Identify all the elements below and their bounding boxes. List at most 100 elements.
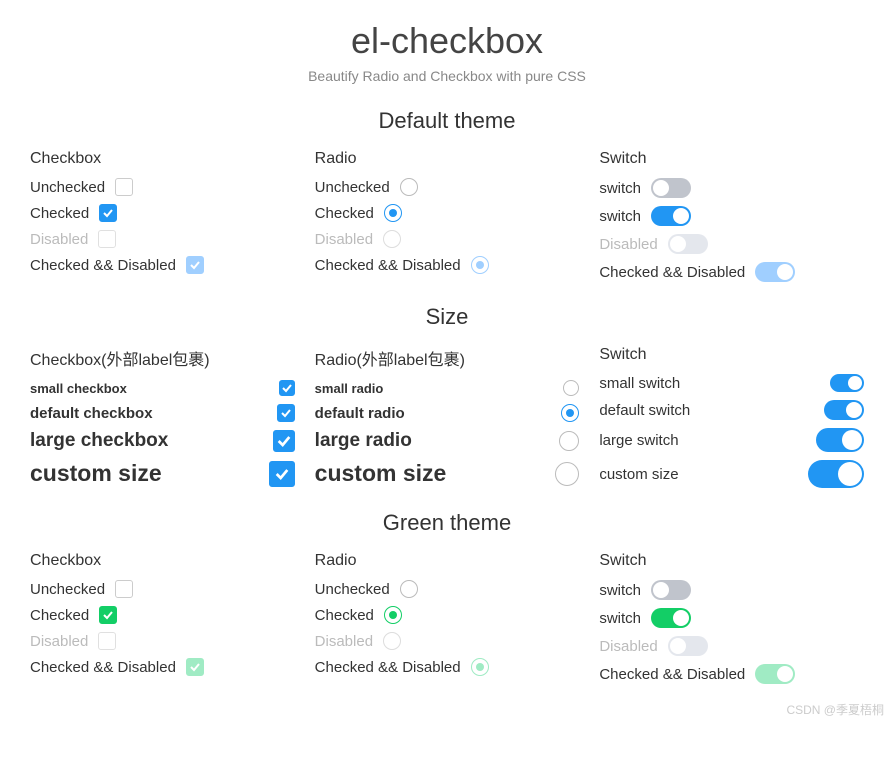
sw-green-cd-label: Checked && Disabled (599, 666, 745, 683)
switch-checked-disabled (755, 262, 795, 282)
sw-green-off-label: switch (599, 582, 641, 599)
radio-size-title: Radio(外部label包裹) (315, 346, 580, 370)
sw-xl[interactable] (808, 460, 864, 488)
rd-md[interactable] (561, 404, 579, 422)
cb-green-checked-disabled (186, 658, 204, 676)
col-switch-green: Switch switch switch Disabled Checked &&… (599, 552, 864, 692)
sw-md[interactable] (824, 400, 864, 420)
sw-lg-label: large switch (599, 432, 806, 449)
watermark: CSDN @季夏梧桐 (786, 701, 884, 718)
checkbox-label-unchecked: Unchecked (30, 179, 105, 196)
sw-green-off[interactable] (651, 580, 691, 600)
switch-label-on: switch (599, 208, 641, 225)
switch-label-checked-disabled: Checked && Disabled (599, 264, 745, 281)
switch-label-disabled: Disabled (599, 236, 657, 253)
switch-size-title: Switch (599, 346, 864, 364)
check-icon (189, 259, 201, 271)
cb-green-disabled (98, 632, 116, 650)
section-title-size: Size (30, 304, 864, 330)
cb-md[interactable] (277, 404, 295, 422)
section-green: Checkbox Unchecked Checked Disabled Chec… (30, 552, 864, 692)
cb-lg[interactable] (273, 430, 295, 452)
section-default: Checkbox Unchecked Checked Disabled Chec… (30, 150, 864, 290)
check-icon (281, 382, 293, 394)
cb-green-checked[interactable] (99, 606, 117, 624)
check-icon (276, 433, 292, 449)
rd-green-checked-label: Checked (315, 607, 374, 624)
rd-green-unchecked[interactable] (400, 580, 418, 598)
rd-green-checked-disabled (471, 658, 489, 676)
rd-xl[interactable] (555, 462, 579, 486)
radio-label-unchecked: Unchecked (315, 179, 390, 196)
cb-green-unchecked[interactable] (115, 580, 133, 598)
radio-label-disabled: Disabled (315, 231, 373, 248)
col-radio-size: Radio(外部label包裹) small radio default rad… (315, 346, 580, 496)
col-switch-size: Switch small switch default switch large… (599, 346, 864, 496)
col-checkbox-green: Checkbox Unchecked Checked Disabled Chec… (30, 552, 295, 692)
radio-checked[interactable] (384, 204, 402, 222)
check-icon (102, 609, 114, 621)
sw-sm[interactable] (830, 374, 864, 392)
switch-disabled (668, 234, 708, 254)
page-title: el-checkbox (30, 20, 864, 62)
checkbox-size-title: Checkbox(外部label包裹) (30, 346, 295, 370)
radio-unchecked[interactable] (400, 178, 418, 196)
checkbox-disabled (98, 230, 116, 248)
section-size: Checkbox(外部label包裹) small checkbox defau… (30, 346, 864, 496)
checkbox-label-disabled: Disabled (30, 231, 88, 248)
rd-sm[interactable] (563, 380, 579, 396)
col-checkbox: Checkbox Unchecked Checked Disabled Chec… (30, 150, 295, 290)
sw-sm-label: small switch (599, 375, 820, 392)
section-title-default: Default theme (30, 108, 864, 134)
checkbox-label-checked-disabled: Checked && Disabled (30, 257, 176, 274)
rd-green-disabled-label: Disabled (315, 633, 373, 650)
checkbox-unchecked[interactable] (115, 178, 133, 196)
check-icon (189, 661, 201, 673)
cb-green-unchecked-label: Unchecked (30, 581, 105, 598)
switch-off[interactable] (651, 178, 691, 198)
sw-xl-label: custom size (599, 466, 798, 483)
section-title-green: Green theme (30, 510, 864, 536)
col-switch: Switch switch switch Disabled Checked &&… (599, 150, 864, 290)
sw-lg[interactable] (816, 428, 864, 452)
rd-lg[interactable] (559, 431, 579, 451)
check-icon (274, 466, 290, 482)
rd-green-disabled (383, 632, 401, 650)
checkbox-checked[interactable] (99, 204, 117, 222)
col-radio-green: Radio Unchecked Checked Disabled Checked… (315, 552, 580, 692)
sw-md-label: default switch (599, 402, 814, 419)
check-icon (102, 207, 114, 219)
sw-green-on-label: switch (599, 610, 641, 627)
sw-green-disabled-label: Disabled (599, 638, 657, 655)
cb-sm[interactable] (279, 380, 295, 396)
col-radio: Radio Unchecked Checked Disabled Checked… (315, 150, 580, 290)
checkbox-label-checked: Checked (30, 205, 89, 222)
page-subtitle: Beautify Radio and Checkbox with pure CS… (30, 68, 864, 84)
cb-xl-label: custom size (30, 460, 259, 487)
rd-lg-label: large radio (315, 430, 550, 452)
radio-label-checked: Checked (315, 205, 374, 222)
cb-sm-label: small checkbox (30, 381, 269, 396)
sw-green-checked-disabled (755, 664, 795, 684)
rd-sm-label: small radio (315, 381, 554, 396)
rd-green-cd-label: Checked && Disabled (315, 659, 461, 676)
radio-col-title: Radio (315, 150, 580, 168)
radio-disabled (383, 230, 401, 248)
sw-green-on[interactable] (651, 608, 691, 628)
cb-xl[interactable] (269, 461, 295, 487)
checkbox-green-title: Checkbox (30, 552, 295, 570)
switch-on[interactable] (651, 206, 691, 226)
cb-md-label: default checkbox (30, 405, 267, 422)
col-checkbox-size: Checkbox(外部label包裹) small checkbox defau… (30, 346, 295, 496)
checkbox-col-title: Checkbox (30, 150, 295, 168)
radio-label-checked-disabled: Checked && Disabled (315, 257, 461, 274)
sw-green-disabled (668, 636, 708, 656)
cb-green-cd-label: Checked && Disabled (30, 659, 176, 676)
radio-checked-disabled (471, 256, 489, 274)
switch-green-title: Switch (599, 552, 864, 570)
check-icon (280, 407, 292, 419)
rd-green-checked[interactable] (384, 606, 402, 624)
switch-col-title: Switch (599, 150, 864, 168)
radio-green-title: Radio (315, 552, 580, 570)
rd-md-label: default radio (315, 405, 552, 422)
